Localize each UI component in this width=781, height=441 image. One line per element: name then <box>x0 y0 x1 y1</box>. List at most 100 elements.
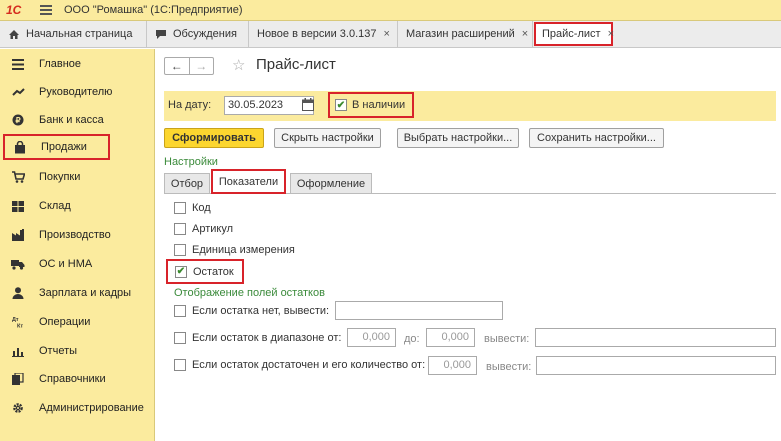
generate-button[interactable]: Сформировать <box>164 128 264 148</box>
sidebar-item-label: Банк и касса <box>39 114 104 126</box>
in-stock-label: В наличии <box>352 99 406 111</box>
sidebar-item-label: Главное <box>39 58 82 70</box>
sidebar-item-catalogs[interactable]: Справочники <box>0 366 155 392</box>
hide-settings-button[interactable]: Скрыть настройки <box>274 128 381 148</box>
stock-range-checkbox[interactable]: Если остаток в диапазоне от: <box>174 332 341 344</box>
sidebar-item-label: ОС и НМА <box>39 258 93 270</box>
menu-lines-icon <box>11 57 25 71</box>
unit-checkbox[interactable]: Единица измерения <box>174 244 295 256</box>
sufficient-stock-checkbox[interactable]: Если остаток достаточен и его количество… <box>174 359 425 371</box>
books-icon <box>11 372 25 386</box>
main-menu-icon[interactable] <box>40 5 52 15</box>
calendar-icon[interactable] <box>302 98 314 112</box>
checkbox-unchecked-icon[interactable] <box>174 332 186 344</box>
tab-price-list[interactable]: Прайс-лист × <box>534 22 614 46</box>
tab-discussions[interactable]: Обсуждения <box>147 21 249 47</box>
sufficient-output-input[interactable] <box>536 356 776 375</box>
range-output-label: вывести: <box>484 333 530 345</box>
cart-icon <box>11 170 25 184</box>
sidebar-item-label: Администрирование <box>39 402 144 414</box>
sidebar-item-main[interactable]: Главное <box>0 51 155 77</box>
tab-label: Начальная страница <box>26 28 133 40</box>
tab-label: Магазин расширений <box>406 28 515 40</box>
sidebar-item-purchases[interactable]: Покупки <box>0 164 155 190</box>
sidebar-item-label: Зарплата и кадры <box>39 287 132 299</box>
price-list-form: ← → ☆ Прайс-лист На дату: 30.05.2023 ✔ В… <box>156 49 781 441</box>
sidebar-item-reports[interactable]: Отчеты <box>0 338 155 364</box>
stock-display-heading: Отображение полей остатков <box>174 287 325 299</box>
range-to-input[interactable]: 0,000 <box>426 328 475 347</box>
tab-appearance[interactable]: Оформление <box>290 173 372 194</box>
forward-button[interactable]: → <box>188 58 214 74</box>
sidebar-item-label: Справочники <box>39 373 106 385</box>
sidebar-item-label: Операции <box>39 316 91 328</box>
checkbox-label: Остаток <box>193 265 234 278</box>
date-label: На дату: <box>168 99 212 111</box>
close-icon[interactable]: × <box>522 28 528 40</box>
svg-text:Дт: Дт <box>12 317 19 323</box>
checkbox-label: Если остатка нет, вывести: <box>192 305 330 317</box>
sidebar-item-sales[interactable]: Продажи <box>3 134 110 160</box>
coin-icon: ₽ <box>11 113 25 127</box>
checkbox-checked-icon[interactable]: ✔ <box>175 265 187 278</box>
sidebar-item-label: Склад <box>39 200 71 212</box>
sidebar-item-operations[interactable]: Дт Кт Операции <box>0 309 155 335</box>
checkbox-unchecked-icon[interactable] <box>174 223 186 235</box>
trend-icon <box>11 85 25 99</box>
close-icon[interactable]: × <box>383 28 389 40</box>
sidebar-item-fixed-assets[interactable]: ОС и НМА <box>0 251 155 277</box>
save-settings-button[interactable]: Сохранить настройки... <box>529 128 664 148</box>
sidebar-item-bank[interactable]: ₽ Банк и касса <box>0 107 155 133</box>
truck-icon <box>11 257 25 271</box>
sidebar-item-admin[interactable]: Администрирование <box>0 395 155 421</box>
range-output-input[interactable] <box>535 328 776 347</box>
checkbox-label: Если остаток в диапазоне от: <box>192 332 342 344</box>
sections-sidebar: Главное Руководителю ₽ Банк и касса Прод… <box>0 49 155 441</box>
tab-filter[interactable]: Отбор <box>164 173 210 194</box>
checkbox-label: Если остаток достаточен и его количество… <box>192 359 426 371</box>
date-input[interactable]: 30.05.2023 <box>224 96 314 115</box>
bag-icon <box>13 140 27 154</box>
window-tabs: Начальная страница Обсуждения Новое в ве… <box>0 21 781 48</box>
article-checkbox[interactable]: Артикул <box>174 223 233 235</box>
warehouse-icon <box>11 199 25 213</box>
svg-text:₽: ₽ <box>15 116 20 125</box>
favorite-star-icon[interactable]: ☆ <box>232 56 245 74</box>
choose-settings-button[interactable]: Выбрать настройки... <box>397 128 519 148</box>
checkbox-unchecked-icon[interactable] <box>174 244 186 256</box>
no-stock-output-input[interactable] <box>335 301 503 320</box>
no-stock-checkbox[interactable]: Если остатка нет, вывести: <box>174 305 329 317</box>
sidebar-item-manager[interactable]: Руководителю <box>0 79 155 105</box>
sufficient-from-input[interactable]: 0,000 <box>428 356 477 375</box>
checkbox-label: Артикул <box>192 223 234 235</box>
close-icon[interactable]: × <box>608 28 614 40</box>
chat-icon <box>155 29 167 40</box>
range-to-label: до: <box>404 333 420 345</box>
checkbox-checked-icon[interactable]: ✔ <box>335 99 347 111</box>
range-from-input[interactable]: 0,000 <box>347 328 396 347</box>
tab-extensions-store[interactable]: Магазин расширений × <box>398 21 533 47</box>
checkbox-unchecked-icon[interactable] <box>174 305 186 317</box>
page-title: Прайс-лист <box>256 56 336 73</box>
in-stock-checkbox[interactable]: ✔ В наличии <box>328 92 414 118</box>
tab-whats-new[interactable]: Новое в версии 3.0.137 × <box>249 21 398 47</box>
stock-checkbox[interactable]: ✔ Остаток <box>166 259 244 284</box>
tab-label: Новое в версии 3.0.137 <box>257 28 377 40</box>
checkbox-unchecked-icon[interactable] <box>174 202 186 214</box>
title-bar: 1С ООО "Ромашка" (1С:Предприятие) <box>0 0 781 21</box>
sidebar-item-label: Продажи <box>41 141 87 153</box>
sidebar-item-production[interactable]: Производство <box>0 222 155 248</box>
sidebar-item-salary[interactable]: Зарплата и кадры <box>0 280 155 306</box>
sidebar-item-warehouse[interactable]: Склад <box>0 193 155 219</box>
home-icon <box>8 29 20 40</box>
tab-indicators[interactable]: Показатели <box>211 169 286 194</box>
checkbox-unchecked-icon[interactable] <box>174 359 186 371</box>
tab-home[interactable]: Начальная страница <box>0 21 147 47</box>
gear-icon <box>11 401 25 415</box>
back-button[interactable]: ← <box>165 58 189 74</box>
factory-icon <box>11 228 25 242</box>
person-icon <box>11 286 25 300</box>
code-checkbox[interactable]: Код <box>174 202 211 214</box>
checkbox-label: Код <box>192 202 211 214</box>
sufficient-output-label: вывести: <box>486 361 532 373</box>
